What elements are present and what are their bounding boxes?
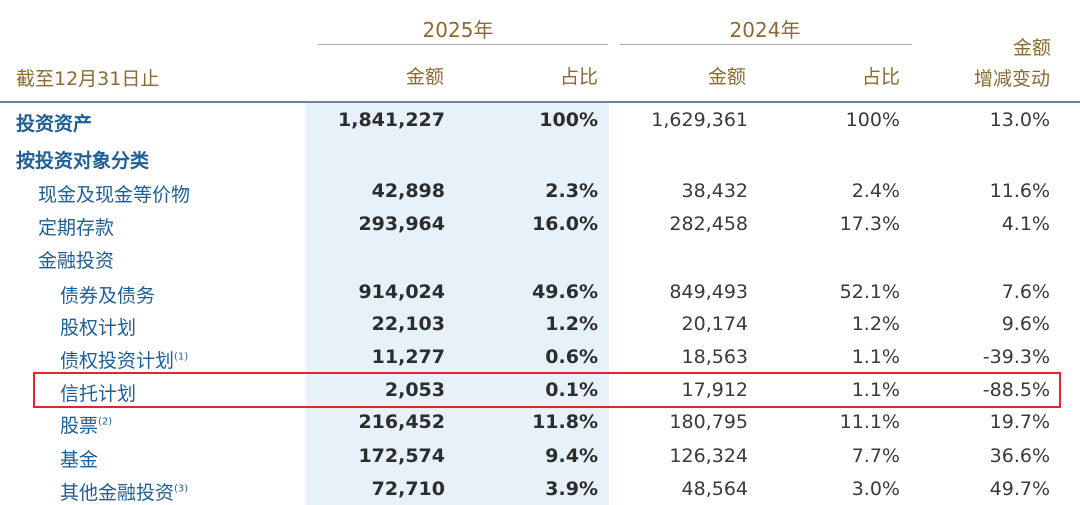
row-label: 定期存款 <box>38 213 114 240</box>
share-2024-cell: 1.1% <box>851 346 900 368</box>
row-label-text: 股票 <box>60 415 99 437</box>
share-2025-cell: 0.6% <box>545 346 598 368</box>
amount-2025-cell: 22,103 <box>371 313 445 335</box>
header-divider <box>0 101 1080 103</box>
change-cell: 7.6% <box>1001 281 1050 303</box>
amount-2024-cell: 48,564 <box>681 478 748 500</box>
row-label-text: 债权投资计划 <box>60 350 175 372</box>
row-label-text: 现金及现金等价物 <box>38 184 191 206</box>
amount-2024-cell: 849,493 <box>669 281 748 303</box>
year-2024-header: 2024年 <box>729 18 801 42</box>
change-cell: 4.1% <box>1001 213 1050 235</box>
row-label: 基金 <box>60 445 98 472</box>
change-cell: 9.6% <box>1001 313 1050 335</box>
share-2024-cell: 3.0% <box>851 478 900 500</box>
share-2024-cell: 52.1% <box>839 281 900 303</box>
amount-2025-cell: 11,277 <box>371 346 445 368</box>
amount-2024-cell: 18,563 <box>681 346 748 368</box>
share-2024-cell: 2.4% <box>851 180 900 202</box>
amount-2025-cell: 1,841,227 <box>338 109 445 131</box>
change-cell: -39.3% <box>982 346 1050 368</box>
row-label-text: 定期存款 <box>38 217 115 239</box>
row-label: 其他金融投资(3) <box>60 478 188 505</box>
year-2024-rule <box>620 44 912 45</box>
row-label-text: 投资资产 <box>16 113 93 135</box>
row-label: 债券及债务 <box>60 281 155 308</box>
share-2024-cell: 7.7% <box>851 445 900 467</box>
amount-2024-cell: 1,629,361 <box>651 109 748 131</box>
share-2025-cell: 11.8% <box>532 411 598 433</box>
footnote-marker: (2) <box>98 416 113 428</box>
row-label: 按投资对象分类 <box>16 146 149 173</box>
share-2025-cell: 1.2% <box>545 313 598 335</box>
footnote-marker: (1) <box>174 351 189 363</box>
change-header-line2: 增减变动 <box>974 68 1051 90</box>
amount-2025-cell: 293,964 <box>358 213 445 235</box>
amount-2024-cell: 38,432 <box>681 180 748 202</box>
share-2024-cell: 17.3% <box>839 213 900 235</box>
amount-2024-cell: 282,458 <box>669 213 748 235</box>
row-label-text: 基金 <box>60 449 99 471</box>
amount-2025-cell: 42,898 <box>371 180 445 202</box>
change-cell: 11.6% <box>989 180 1050 202</box>
row-label-text: 其他金融投资 <box>60 482 175 504</box>
share-2025-cell: 2.3% <box>545 180 598 202</box>
amount-2025-cell: 216,452 <box>358 411 445 433</box>
share-2024-header: 占比 <box>861 66 900 88</box>
row-label: 股权计划 <box>60 313 136 340</box>
share-2024-cell: 100% <box>845 109 900 131</box>
change-cell: 13.0% <box>989 109 1050 131</box>
year-2025-header: 2025年 <box>422 18 494 42</box>
share-2025-cell: 100% <box>539 109 598 131</box>
amount-2024-cell: 20,174 <box>681 313 748 335</box>
share-2025-cell: 9.4% <box>545 445 598 467</box>
amount-2025-cell: 72,710 <box>371 478 445 500</box>
row-label: 债权投资计划(1) <box>60 346 188 373</box>
change-cell: 49.7% <box>989 478 1050 500</box>
row-label: 投资资产 <box>16 109 92 136</box>
amount-2024-cell: 180,795 <box>669 411 748 433</box>
change-cell: 36.6% <box>989 445 1050 467</box>
share-2025-cell: 49.6% <box>532 281 598 303</box>
row-label-text: 金融投资 <box>38 250 115 272</box>
share-2025-cell: 16.0% <box>532 213 598 235</box>
share-2025-header: 占比 <box>559 66 598 88</box>
period-label: 截至12月31日止 <box>16 68 160 90</box>
row-label: 现金及现金等价物 <box>38 180 190 207</box>
share-2024-cell: 11.1% <box>839 411 900 433</box>
year-2025-rule <box>318 44 608 45</box>
amount-2025-cell: 914,024 <box>358 281 445 303</box>
change-cell: 19.7% <box>989 411 1050 433</box>
row-label-text: 债券及债务 <box>60 285 156 307</box>
share-2025-cell: 3.9% <box>545 478 598 500</box>
row-label: 金融投资 <box>38 246 114 273</box>
row-label-text: 股权计划 <box>60 317 137 339</box>
amount-2025-cell: 172,574 <box>358 445 445 467</box>
amount-2024-cell: 126,324 <box>669 445 748 467</box>
share-2024-cell: 1.2% <box>851 313 900 335</box>
change-header-line1: 金额 <box>1013 37 1052 59</box>
footnote-marker: (3) <box>174 483 189 495</box>
row-label-text: 按投资对象分类 <box>16 150 150 172</box>
amount-2024-header: 金额 <box>707 66 746 88</box>
row-label: 股票(2) <box>60 411 112 438</box>
highlight-box-trust-plan <box>33 372 1061 408</box>
amount-2025-header: 金额 <box>405 66 444 88</box>
